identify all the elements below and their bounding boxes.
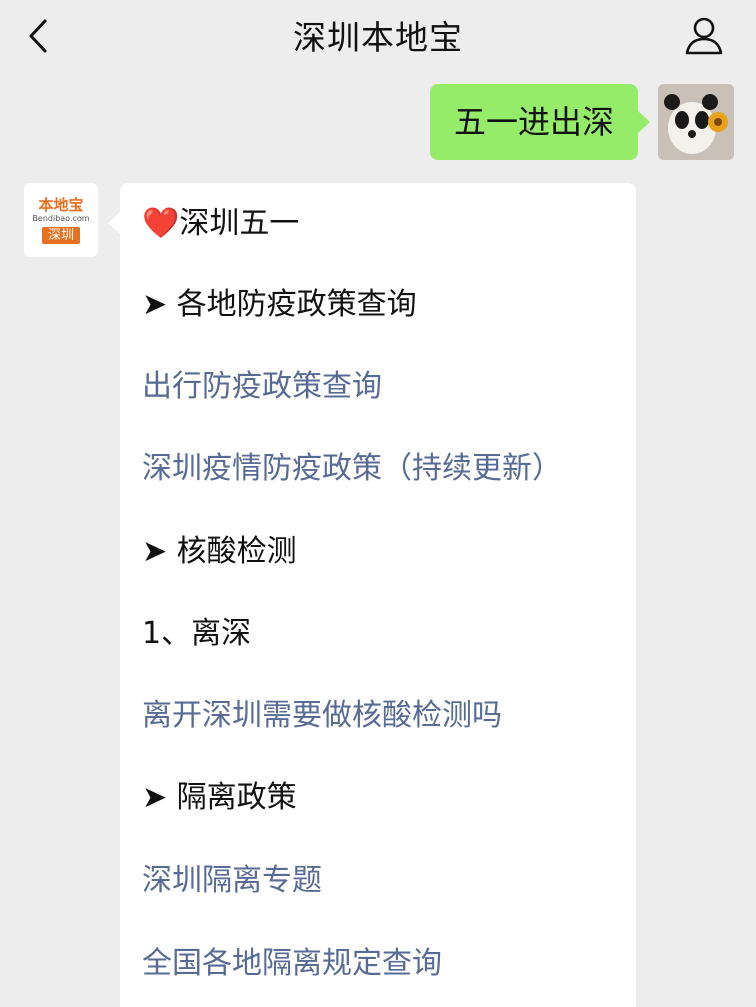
section-heading-testing: ➤ 核酸检测 xyxy=(142,534,297,569)
user-avatar-image xyxy=(658,84,734,160)
user-avatar[interactable] xyxy=(658,84,734,160)
link-quarantine-topic[interactable]: 深圳隔离专题 xyxy=(142,861,322,901)
sent-message-row: 五一进出深 xyxy=(429,84,734,160)
person-outline-icon xyxy=(685,17,723,55)
chevron-left-icon xyxy=(29,19,47,53)
section-heading-quarantine: ➤ 隔离政策 xyxy=(142,780,297,815)
reply-message-bubble: ❤️深圳五一 ➤ 各地防疫政策查询 出行防疫政策查询 深圳疫情防疫政策（持续更新… xyxy=(108,183,636,1007)
link-leave-testing[interactable]: 离开深圳需要做核酸检测吗 xyxy=(142,696,502,736)
link-national-quarantine[interactable]: 全国各地隔离规定查询 xyxy=(142,944,442,984)
heart-icon: ❤️ xyxy=(142,206,180,241)
link-shenzhen-policy[interactable]: 深圳疫情防疫政策（持续更新） xyxy=(142,449,562,489)
back-button[interactable] xyxy=(22,16,54,56)
brand-logo-city: 深圳 xyxy=(41,226,80,244)
chat-header: 深圳本地宝 xyxy=(0,0,756,70)
bot-avatar[interactable]: 本地宝 Bendibao.com 深圳 xyxy=(24,183,98,257)
reply-title: ❤️深圳五一 xyxy=(142,206,300,241)
chat-info-button[interactable] xyxy=(682,14,726,58)
sub-item-leave: 1、离深 xyxy=(142,616,252,651)
brand-logo-url: Bendibao.com xyxy=(32,213,90,223)
sent-message-bubble[interactable]: 五一进出深 xyxy=(429,84,651,160)
chat-title: 深圳本地宝 xyxy=(293,18,463,57)
brand-logo-text: 本地宝 xyxy=(38,195,84,214)
section-heading-policy: ➤ 各地防疫政策查询 xyxy=(142,287,417,322)
chat-screen: 深圳本地宝 五一进出深 本地宝 Bendibao.com 深圳 ❤️深圳五一 ➤… xyxy=(0,0,756,1007)
link-travel-policy[interactable]: 出行防疫政策查询 xyxy=(142,367,382,407)
